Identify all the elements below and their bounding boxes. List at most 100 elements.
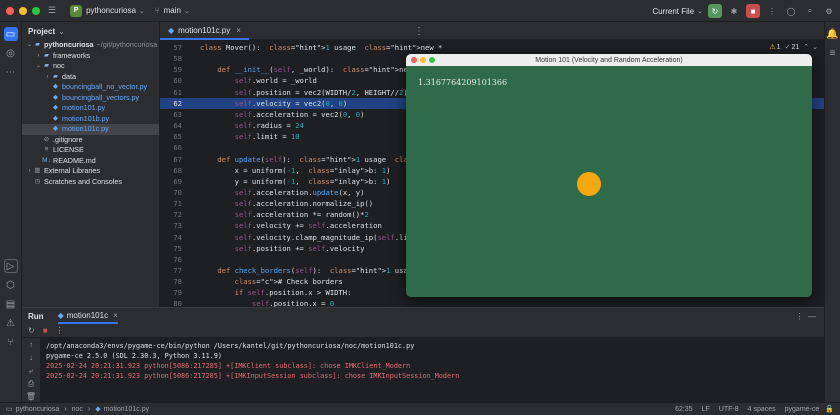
tree-item[interactable]: › ▰ frameworks (22, 51, 159, 62)
database-icon[interactable]: ≡ (827, 46, 839, 60)
chevron-down-icon[interactable]: ⌄ (35, 61, 42, 72)
line-number[interactable]: 67 (160, 154, 182, 166)
code-line[interactable]: 57 class Mover(): class="hint">1 usage cl… (160, 42, 824, 54)
tree-item[interactable]: › ▰ data (22, 72, 159, 83)
minimize-window-button[interactable] (19, 6, 27, 15)
inspection-widget[interactable]: ⚠ 1 ✓ 21 ⌃ ⌄ (769, 43, 818, 52)
notifications-icon[interactable]: 🔔 (826, 27, 838, 41)
line-number[interactable]: 79 (160, 287, 182, 299)
pygame-window[interactable]: Motion 101 (Velocity and Random Accelera… (406, 54, 812, 297)
chevron-down-icon[interactable]: ⌄ (139, 7, 145, 15)
soft-wrap-icon[interactable]: ⤶ (22, 364, 40, 377)
print-icon[interactable]: ⎙ (22, 377, 40, 390)
rerun-icon[interactable]: ↻ (708, 4, 722, 18)
line-number[interactable]: 77 (160, 265, 182, 277)
line-number[interactable]: 80 (160, 298, 182, 307)
search-icon[interactable]: ⌕ (803, 4, 817, 18)
tree-item[interactable]: ⌄ ▰ pythoncuriosa ~/git/pythoncuriosa (22, 40, 159, 51)
close-window-button[interactable] (411, 57, 417, 63)
tree-item[interactable]: ◆ bouncingball_no_vector.py (22, 82, 159, 93)
close-icon[interactable]: × (113, 311, 118, 320)
line-number[interactable]: 59 (160, 64, 182, 76)
arrow-down-icon[interactable]: ↓ (22, 351, 40, 364)
tab-motion101c[interactable]: ◆ motion101c.py × (160, 22, 249, 40)
tree-item[interactable]: ◆ motion101c.py (22, 124, 159, 135)
line-number[interactable]: 70 (160, 187, 182, 199)
stop-icon[interactable]: ■ (746, 4, 760, 18)
tree-item[interactable]: › ▥ External Libraries (22, 166, 159, 177)
line-number[interactable]: 62 (160, 98, 182, 110)
chevron-down-icon[interactable]: ⌄ (184, 7, 190, 15)
chevron-right-icon[interactable]: › (26, 166, 33, 177)
line-number[interactable]: 69 (160, 176, 182, 188)
debug-icon[interactable]: ✱ (727, 4, 741, 18)
line-number[interactable]: 73 (160, 220, 182, 232)
console-output[interactable]: /opt/anaconda3/envs/pygame-ce/bin/python… (46, 341, 459, 381)
line-number[interactable]: 58 (160, 53, 182, 65)
code-line[interactable]: 80 self.position.x = 0 (160, 298, 824, 307)
caret-position[interactable]: 62:35 (675, 406, 693, 413)
line-number[interactable]: 61 (160, 87, 182, 99)
file-encoding[interactable]: UTF-8 (719, 406, 739, 413)
breadcrumb-item[interactable]: noc (72, 406, 83, 413)
line-number[interactable]: 66 (160, 142, 182, 154)
chevron-down-icon[interactable]: ⌄ (812, 43, 818, 51)
close-icon[interactable]: × (236, 26, 241, 35)
chevron-right-icon[interactable]: › (35, 51, 42, 62)
tree-item[interactable]: ◆ motion101.py (22, 103, 159, 114)
chevron-right-icon[interactable]: › (44, 72, 51, 83)
tree-item[interactable]: ◆ motion101b.py (22, 114, 159, 125)
line-number[interactable]: 75 (160, 243, 182, 255)
minimize-window-button[interactable] (420, 57, 426, 63)
more-icon[interactable]: ⋮ (765, 4, 779, 18)
lock-icon[interactable]: 🔓 (825, 405, 834, 413)
line-number[interactable]: 57 (160, 42, 182, 54)
line-number[interactable]: 65 (160, 131, 182, 143)
stop-icon[interactable]: ■ (43, 326, 48, 335)
interpreter-selector[interactable]: pygame-ce (785, 406, 820, 413)
python-packages-icon[interactable]: ⬡ (4, 278, 18, 292)
project-name[interactable]: pythoncuriosa (86, 6, 136, 15)
chevron-down-icon[interactable]: ⌄ (26, 40, 33, 51)
chevron-up-icon[interactable]: ⌃ (803, 43, 809, 51)
run-tab[interactable]: ◆ motion101c × (57, 308, 118, 324)
zoom-window-button[interactable] (32, 6, 40, 15)
rerun-icon[interactable]: ↻ (28, 326, 35, 335)
arrow-up-icon[interactable]: ↑ (22, 338, 40, 351)
problems-icon[interactable]: ⚠ (4, 316, 18, 330)
run-config-selector[interactable]: Current File (652, 7, 694, 16)
line-ending[interactable]: LF (702, 406, 710, 413)
tree-item[interactable]: M↓ README.md (22, 156, 159, 167)
more-tabs-icon[interactable]: ⋮ (414, 22, 424, 40)
chevron-down-icon[interactable]: ⌄ (697, 7, 703, 15)
tree-item[interactable]: ⌄ ▰ noc (22, 61, 159, 72)
line-number[interactable]: 60 (160, 75, 182, 87)
line-number[interactable]: 68 (160, 165, 182, 177)
tree-item[interactable]: ≡ LICENSE (22, 145, 159, 156)
line-number[interactable]: 74 (160, 232, 182, 244)
indent-setting[interactable]: 4 spaces (748, 406, 776, 413)
zoom-window-button[interactable] (429, 57, 435, 63)
breadcrumb-item[interactable]: pythoncuriosa (16, 406, 60, 413)
line-number[interactable]: 72 (160, 209, 182, 221)
python-console-icon[interactable]: ▤ (4, 297, 18, 311)
line-number[interactable]: 63 (160, 109, 182, 121)
tree-item[interactable]: ◷ Scratches and Consoles (22, 177, 159, 188)
branch-name[interactable]: main (164, 6, 181, 15)
more-icon[interactable]: ⋮ — (796, 312, 816, 321)
line-number[interactable]: 71 (160, 198, 182, 210)
pygame-window-titlebar[interactable]: Motion 101 (Velocity and Random Accelera… (406, 54, 812, 66)
folder-icon[interactable]: ▭ (3, 27, 18, 41)
run-tool-icon[interactable]: ▷ (3, 259, 18, 273)
account-icon[interactable]: ◯ (784, 4, 798, 18)
line-number[interactable]: 64 (160, 120, 182, 132)
chevron-down-icon[interactable]: ⌄ (58, 27, 65, 36)
line-number[interactable]: 76 (160, 254, 182, 266)
more-icon[interactable]: ⋮ (56, 326, 64, 335)
panel-title[interactable]: Project (28, 27, 55, 36)
close-window-button[interactable] (6, 6, 14, 15)
main-menu-icon[interactable]: ☰ (48, 5, 56, 16)
tree-item[interactable]: ⊘ .gitignore (22, 135, 159, 146)
structure-icon[interactable]: ⋯ (4, 65, 18, 79)
commit-icon[interactable]: ◎ (4, 46, 18, 60)
